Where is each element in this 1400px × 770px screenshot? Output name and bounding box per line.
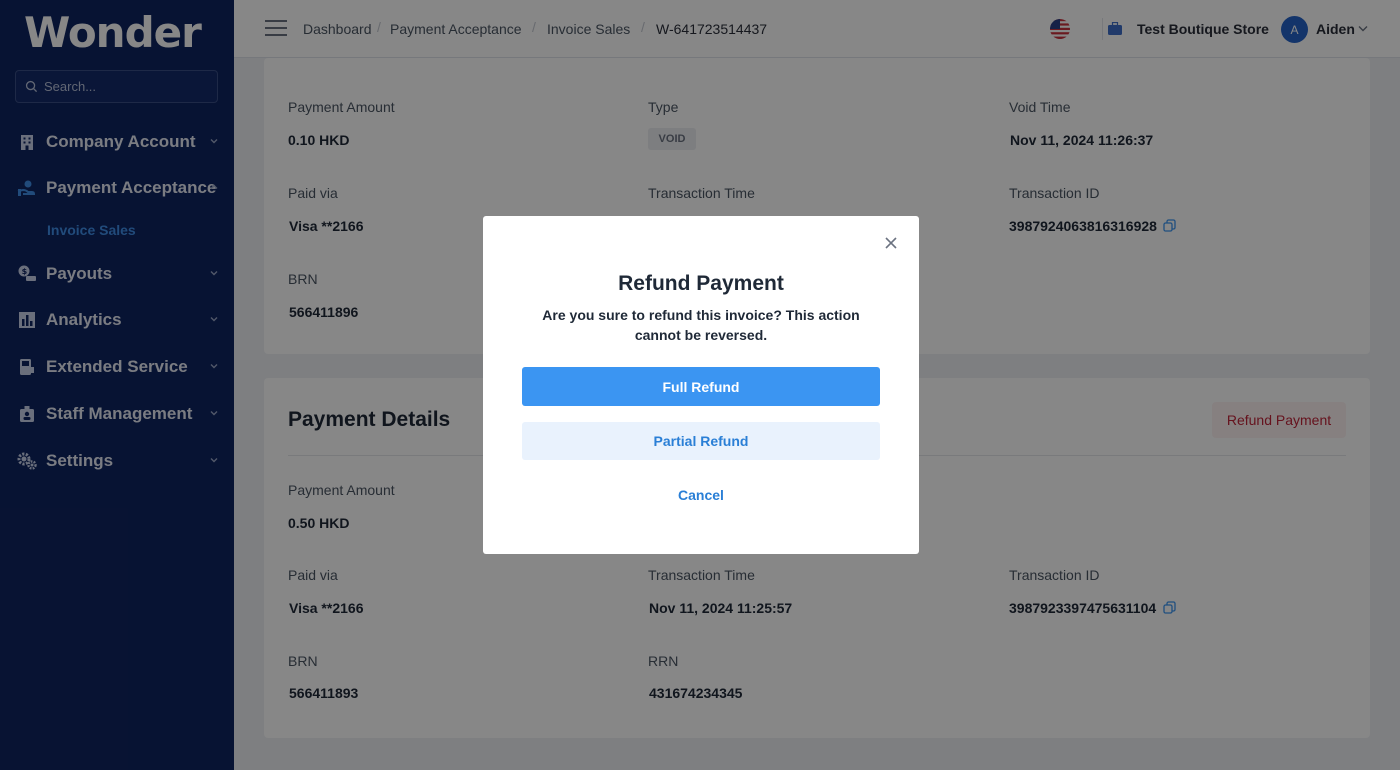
partial-refund-button[interactable]: Partial Refund bbox=[522, 422, 880, 460]
cancel-button[interactable]: Cancel bbox=[483, 487, 919, 503]
close-icon[interactable] bbox=[884, 236, 898, 250]
full-refund-button[interactable]: Full Refund bbox=[522, 367, 880, 406]
refund-payment-dialog: Refund Payment Are you sure to refund th… bbox=[483, 216, 919, 554]
dialog-message: Are you sure to refund this invoice? Thi… bbox=[542, 307, 860, 343]
dialog-title: Refund Payment bbox=[618, 272, 784, 295]
